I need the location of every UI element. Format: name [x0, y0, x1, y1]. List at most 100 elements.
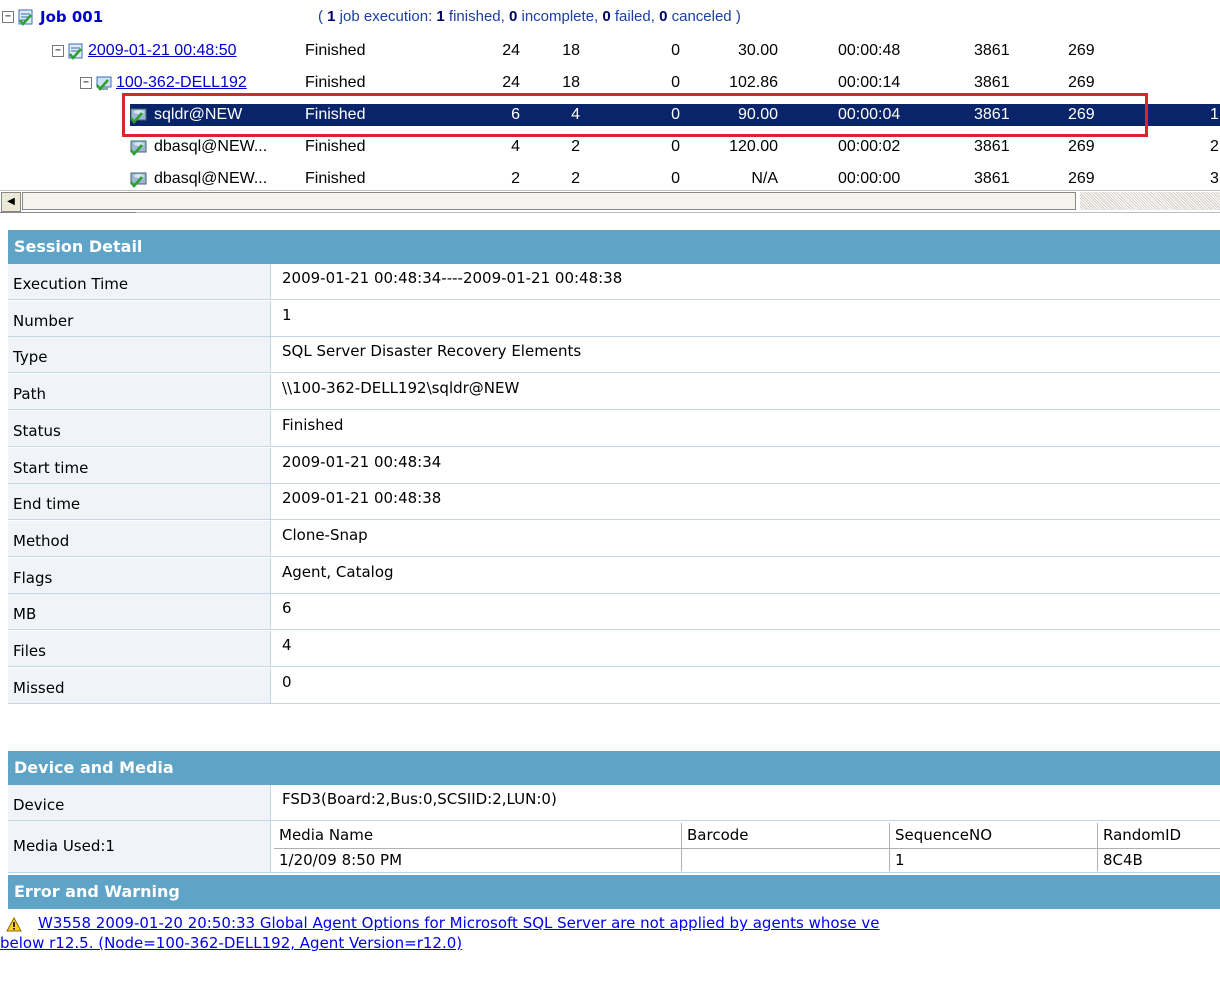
- tree-row-session[interactable]: sqldr@NEW Finished 6 4 0 90.00 00:00:04 …: [0, 104, 1220, 126]
- row-cell: 3: [1210, 170, 1219, 187]
- session-detail-row: MB 6: [8, 594, 1220, 631]
- pane-divider[interactable]: [0, 212, 1220, 221]
- collapse-toggle[interactable]: −: [52, 45, 64, 57]
- scroll-left-arrow-icon[interactable]: ◀: [1, 192, 21, 212]
- row-cell: 2: [571, 170, 580, 187]
- job-summary: ( 1 job execution: 1 finished, 0 incompl…: [318, 8, 741, 25]
- media-used-row: Media Used:1 Media Name Barcode Sequence…: [8, 821, 1220, 873]
- tree-row-job[interactable]: − Job 001 ( 1 job execution: 1 finished,…: [0, 6, 1220, 28]
- session-detail-label: MB: [8, 594, 271, 630]
- horizontal-scrollbar[interactable]: ◀: [0, 190, 1220, 213]
- tree-row-execution[interactable]: − 2009-01-21 00:48:50 Finished 24 18 0 3…: [0, 40, 1220, 62]
- session-detail-label: Files: [8, 631, 271, 666]
- session-detail-value: 2009-01-21 00:48:34: [282, 452, 442, 471]
- row-cell: 2: [571, 138, 580, 155]
- collapse-toggle[interactable]: −: [80, 77, 92, 89]
- session-detail-value: SQL Server Disaster Recovery Elements: [282, 342, 582, 361]
- row-cell: 00:00:04: [838, 106, 901, 123]
- row-cell: 18: [562, 42, 580, 59]
- row-name[interactable]: dbasql@NEW...: [154, 168, 267, 190]
- row-cell: 3861: [974, 42, 1010, 59]
- section-header-device-media: Device and Media: [8, 751, 1220, 785]
- device-value: FSD3(Board:2,Bus:0,SCSIID:2,LUN:0): [282, 790, 557, 808]
- job-tree[interactable]: − Job 001 ( 1 job execution: 1 finished,…: [0, 0, 1220, 213]
- device-row: Device FSD3(Board:2,Bus:0,SCSIID:2,LUN:0…: [8, 785, 1220, 821]
- detail-panel: Session Detail Execution Time 2009-01-21 …: [0, 230, 1220, 996]
- row-status: Finished: [305, 42, 366, 59]
- row-cell: 269: [1068, 106, 1095, 123]
- session-detail-row: Start time 2009-01-21 00:48:34: [8, 447, 1220, 484]
- row-status: Finished: [305, 138, 366, 155]
- tree-row-session[interactable]: dbasql@NEW... Finished 2 2 0 N/A 00:00:0…: [0, 168, 1220, 190]
- row-cell: 6: [511, 106, 520, 123]
- row-cell: 120.00: [729, 138, 778, 155]
- section-header-error-warning: Error and Warning: [8, 875, 1220, 909]
- row-cell: N/A: [751, 170, 778, 187]
- session-detail-row: Files 4: [8, 631, 1220, 667]
- session-detail-row: Status Finished: [8, 410, 1220, 447]
- scrollbar-track[interactable]: [1080, 192, 1220, 210]
- row-status: Finished: [305, 74, 366, 91]
- row-cell: 0: [671, 138, 680, 155]
- row-cell: 24: [502, 42, 520, 59]
- warning-link[interactable]: W3558 2009-01-20 20:50:33 Global Agent O…: [38, 914, 880, 932]
- session-detail-label: Path: [8, 374, 271, 410]
- job-execution-icon: [68, 43, 83, 60]
- row-cell: 269: [1068, 138, 1095, 155]
- session-detail-value: 6: [282, 599, 292, 618]
- row-cell: 0: [671, 170, 680, 187]
- row-cell: 90.00: [737, 106, 778, 123]
- job-icon: [18, 9, 33, 26]
- row-cell: 00:00:02: [838, 138, 901, 155]
- media-value-randomid: 8C4B: [1098, 849, 1220, 871]
- row-cell: 269: [1068, 74, 1095, 91]
- session-detail-label: End time: [8, 484, 271, 520]
- session-detail-label: Type: [8, 337, 271, 373]
- row-cell: 4: [511, 138, 520, 155]
- session-detail-row: End time 2009-01-21 00:48:38: [8, 484, 1220, 521]
- session-detail-value: 1: [282, 305, 292, 324]
- session-detail-row: Number 1: [8, 300, 1220, 337]
- row-cell: 00:00:00: [838, 170, 901, 187]
- row-cell: 0: [671, 42, 680, 59]
- row-name[interactable]: 100-362-DELL192: [116, 72, 247, 94]
- row-cell: 3861: [974, 106, 1010, 123]
- media-header-barcode: Barcode: [682, 823, 890, 848]
- row-status: Finished: [305, 106, 366, 123]
- row-name[interactable]: sqldr@NEW: [154, 104, 242, 126]
- session-detail-label: Start time: [8, 447, 271, 483]
- session-detail-value: Finished: [282, 415, 344, 434]
- row-cell: 3861: [974, 170, 1010, 187]
- scrollbar-thumb[interactable]: [22, 192, 1076, 210]
- session-detail-value: 2009-01-21 00:48:38: [282, 489, 442, 508]
- media-value-name: 1/20/09 8:50 PM: [274, 849, 682, 871]
- warning-icon: [6, 917, 22, 932]
- media-header-sequence: SequenceNO: [890, 823, 1098, 848]
- tree-row-session[interactable]: dbasql@NEW... Finished 4 2 0 120.00 00:0…: [0, 136, 1220, 158]
- server-node-icon: [96, 76, 112, 91]
- device-label: Device: [8, 785, 271, 820]
- media-header-name: Media Name: [274, 823, 682, 848]
- row-name[interactable]: dbasql@NEW...: [154, 136, 267, 158]
- media-header-randomid: RandomID: [1103, 826, 1182, 844]
- warning-link-continued[interactable]: below r12.5. (Node=100-362-DELL192, Agen…: [0, 934, 462, 952]
- row-name[interactable]: 2009-01-21 00:48:50: [88, 40, 237, 62]
- row-cell: 2: [1210, 138, 1219, 155]
- warning-message: W3558 2009-01-20 20:50:33 Global Agent O…: [0, 913, 1220, 953]
- row-cell: 3861: [974, 138, 1010, 155]
- tree-row-node[interactable]: − 100-362-DELL192 Finished 24 18 0 102.8…: [0, 72, 1220, 94]
- row-cell: 24: [502, 74, 520, 91]
- session-detail-label: Method: [8, 520, 271, 556]
- session-detail-value: \\100-362-DELL192\sqldr@NEW: [282, 379, 520, 398]
- session-detail-value: 4: [282, 636, 292, 654]
- row-cell: 1: [1210, 106, 1219, 123]
- database-agent-icon: [130, 108, 147, 124]
- row-cell: 00:00:48: [838, 42, 901, 59]
- session-detail-row: Method Clone-Snap: [8, 520, 1220, 557]
- row-status: Finished: [305, 170, 366, 187]
- media-value-barcode: [682, 849, 890, 871]
- collapse-toggle[interactable]: −: [2, 11, 14, 23]
- session-detail-row: Path \\100-362-DELL192\sqldr@NEW: [8, 374, 1220, 411]
- row-cell: 0: [671, 106, 680, 123]
- job-title[interactable]: Job 001: [40, 6, 103, 28]
